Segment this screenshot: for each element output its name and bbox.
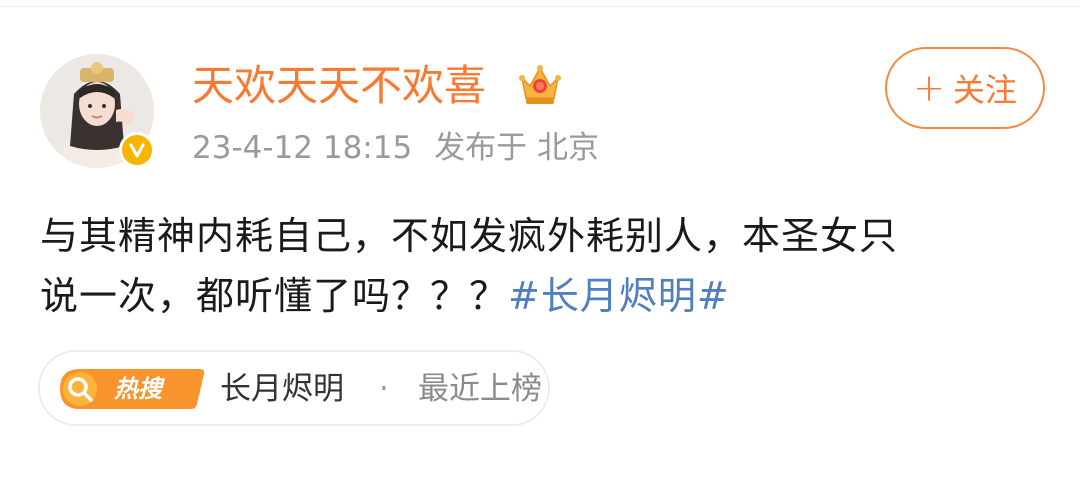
hashtag-link[interactable]: #长月烬明# [508, 274, 730, 318]
post-timestamp: 23-4-12 18:15 [192, 130, 413, 166]
follow-button[interactable]: + 关注 [885, 47, 1045, 129]
trend-topic: 长月烬明 [220, 371, 344, 407]
verified-badge-icon [119, 132, 155, 168]
post-text-plain: 说一次，都听懂了吗？？？ [40, 274, 509, 318]
vip-crown-icon[interactable] [516, 60, 564, 108]
plus-icon: + [913, 66, 945, 110]
post-meta: 23-4-12 18:15 发布于 北京 [192, 128, 599, 168]
hot-search-label: 热搜 [114, 375, 162, 403]
author-name[interactable]: 天欢天天不欢喜 [192, 60, 486, 112]
trend-status: 最近上榜 [418, 371, 542, 407]
trend-separator: · [379, 371, 389, 407]
post-text: 与其精神内耗自己，不如发疯外耗别人，本圣女只 说一次，都听懂了吗？？？#长月烬明… [40, 206, 1050, 326]
follow-label: 关注 [952, 71, 1017, 109]
post-location: 发布于 北京 [434, 130, 600, 166]
hot-search-card[interactable]: 热搜 长月烬明 · 最近上榜 [38, 350, 550, 426]
hot-search-tag: 热搜 [58, 367, 206, 411]
post-text-line-1: 与其精神内耗自己，不如发疯外耗别人，本圣女只 [40, 214, 899, 258]
top-divider [0, 6, 1080, 7]
post-text-line-2: 说一次，都听懂了吗？？？#长月烬明# [40, 266, 1050, 326]
